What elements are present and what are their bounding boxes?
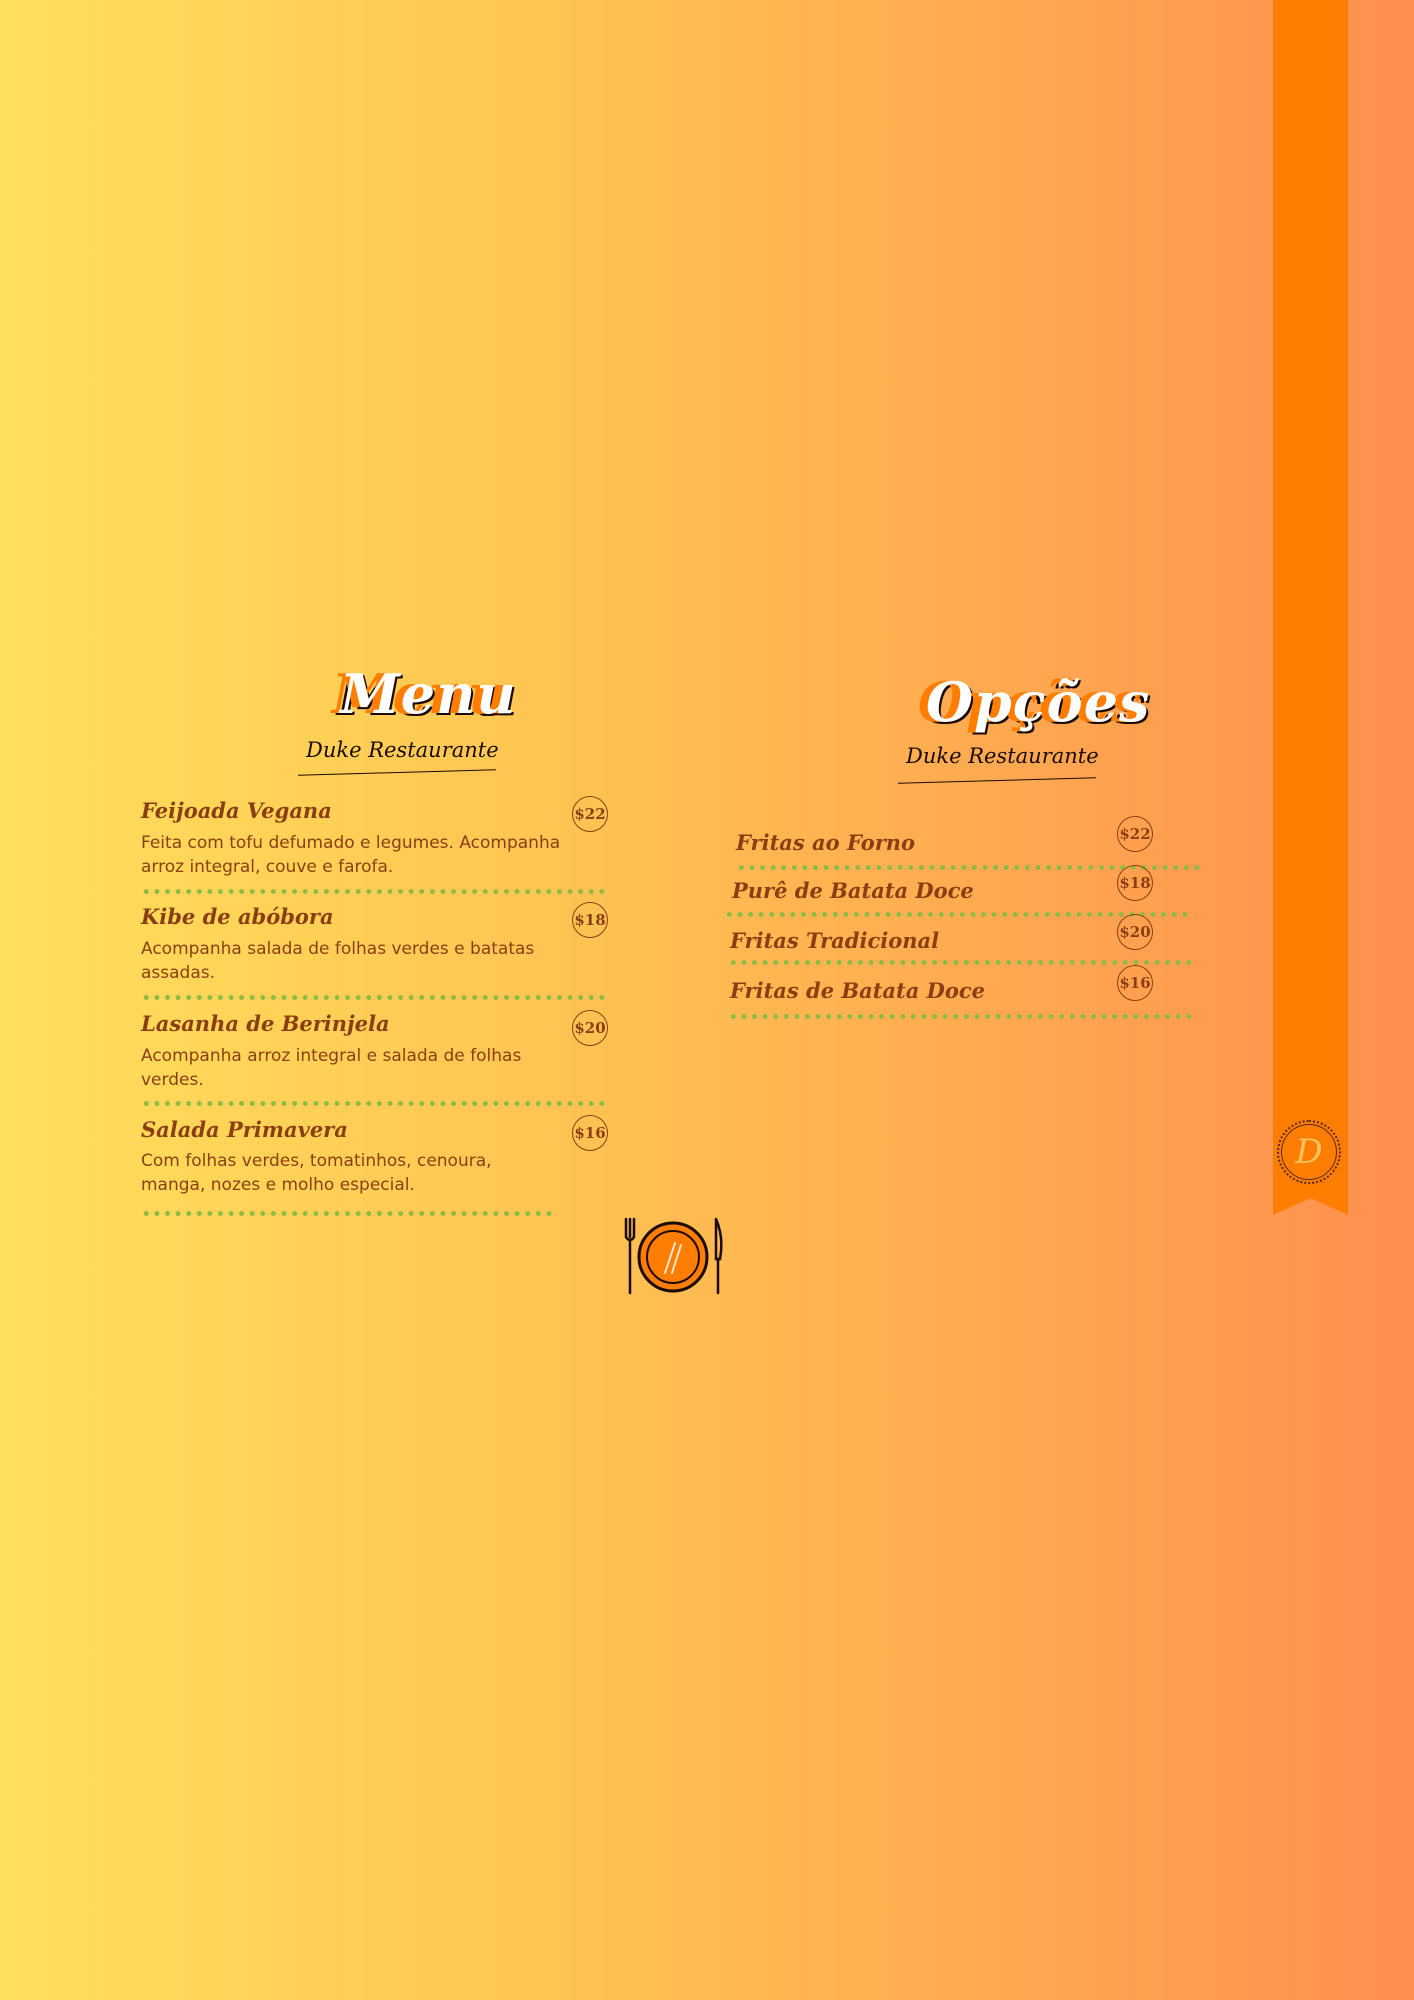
plate-fork-knife-icon	[624, 1217, 723, 1295]
menu-item-price: $20	[572, 1010, 608, 1046]
menu-item-price: $22	[572, 796, 608, 832]
option-item-price: $18	[1117, 865, 1153, 901]
options-title: Opções	[926, 670, 1151, 734]
ribbon-bookmark	[1273, 0, 1348, 1215]
dotted-divider	[141, 889, 607, 894]
menu-subtitle: Duke Restaurante	[306, 738, 499, 762]
menu-item-description: Acompanha arroz integral e salada de fol…	[141, 1046, 522, 1090]
menu-item-price: $18	[572, 902, 608, 938]
option-item-name: Fritas de Batata Doce	[730, 978, 986, 1003]
dotted-divider	[728, 960, 1194, 965]
menu-item-name: Salada Primavera	[141, 1117, 348, 1142]
menu-item-name: Feijoada Vegana	[141, 798, 332, 823]
menu-item-price: $16	[572, 1115, 608, 1151]
option-item-price: $16	[1117, 965, 1153, 1001]
dotted-divider	[724, 912, 1190, 917]
menu-subtitle-underline	[298, 769, 496, 776]
dotted-divider	[141, 1101, 607, 1106]
dotted-divider	[141, 1211, 553, 1216]
seal-letter: D	[1281, 1124, 1337, 1180]
menu-item-name: Lasanha de Berinjela	[141, 1011, 390, 1036]
option-item-price: $22	[1117, 816, 1153, 852]
dotted-divider	[141, 995, 607, 1000]
options-subtitle: Duke Restaurante	[906, 744, 1099, 768]
menu-item-name: Kibe de abóbora	[141, 904, 334, 929]
d-monogram-icon: D	[1277, 1120, 1341, 1184]
option-item-name: Fritas Tradicional	[730, 928, 940, 953]
menu-item-description: Com folhas verdes, tomatinhos, cenoura, …	[141, 1151, 492, 1195]
menu-title: Menu	[340, 662, 517, 726]
menu-item-description: Acompanha salada de folhas verdes e bata…	[141, 939, 535, 983]
option-item-name: Purê de Batata Doce	[732, 878, 974, 903]
option-item-price: $20	[1117, 914, 1153, 950]
option-item-name: Fritas ao Forno	[736, 830, 916, 855]
options-subtitle-underline	[898, 777, 1096, 784]
menu-item-description: Feita com tofu defumado e legumes. Acomp…	[141, 833, 561, 877]
dotted-divider	[728, 1014, 1194, 1019]
